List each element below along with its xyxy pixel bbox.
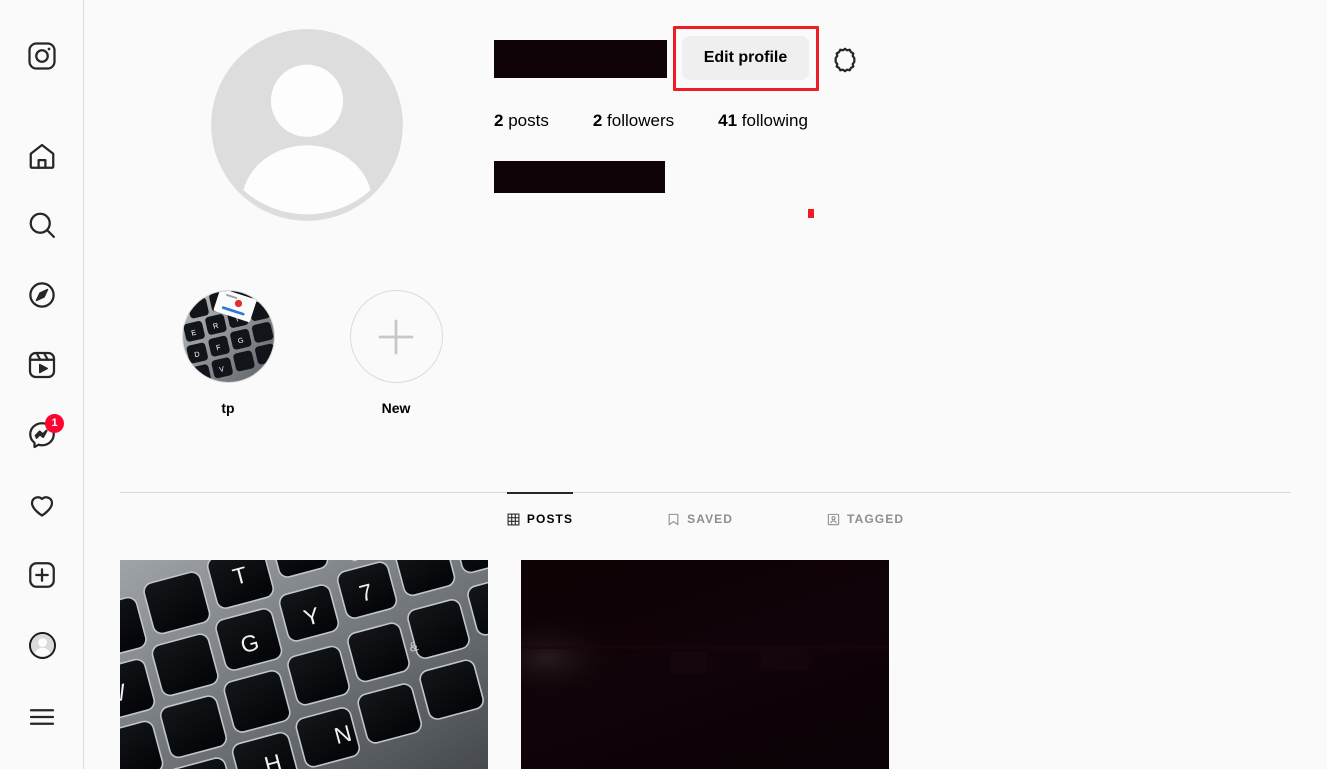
highlight-item-new[interactable]: New: [348, 290, 444, 416]
sidebar-item-create[interactable]: [0, 551, 84, 599]
tab-saved[interactable]: SAVED: [667, 492, 733, 546]
following-label: following: [741, 111, 808, 130]
profile-picture[interactable]: [210, 28, 404, 222]
highlight-thumbnail: ERT DFG CV: [181, 290, 275, 383]
search-icon: [29, 212, 55, 238]
highlight-label: tp: [221, 400, 235, 416]
stat-following[interactable]: 41 following: [718, 111, 808, 131]
sidebar-item-home[interactable]: [0, 132, 84, 180]
heart-icon: [30, 496, 54, 517]
plus-square-icon: [29, 562, 55, 588]
story-highlights: ERT DFG CV tp New: [180, 290, 444, 416]
profile-tabs: POSTS SAVED TAGGED: [120, 492, 1291, 546]
new-highlight-label: New: [381, 400, 411, 416]
new-highlight-circle: [349, 290, 443, 383]
settings-button[interactable]: [828, 43, 862, 77]
post-cell-2[interactable]: [521, 560, 889, 769]
followers-label: followers: [607, 111, 675, 130]
following-count: 41: [718, 111, 738, 130]
highlight-item-tp[interactable]: ERT DFG CV tp: [180, 290, 276, 416]
plus-icon: [378, 319, 414, 354]
instagram-logo[interactable]: [0, 32, 84, 80]
sidebar-item-notifications[interactable]: [0, 481, 84, 529]
stat-posts: 2 posts: [494, 111, 549, 131]
edit-profile-button[interactable]: Edit profile: [682, 36, 809, 80]
instagram-profile-page: 1 Edit profile 2 posts 2 followers 41 fo…: [0, 0, 1327, 769]
left-navigation-sidebar: 1: [0, 0, 84, 769]
home-icon: [29, 143, 55, 169]
dark-black-photo-image: [521, 560, 889, 769]
default-profile-avatar-large-icon: [211, 29, 403, 221]
reels-icon: [28, 351, 56, 379]
tab-tagged[interactable]: TAGGED: [827, 492, 904, 546]
sidebar-item-explore[interactable]: [0, 271, 84, 319]
settings-gear-icon: [834, 47, 856, 73]
keyboard-photo-thumb-icon: ERT DFG CV: [182, 291, 274, 382]
tab-posts-label: POSTS: [526, 512, 574, 526]
default-profile-avatar-icon: [30, 633, 54, 657]
sidebar-item-reels[interactable]: [0, 341, 84, 389]
posts-count: 2: [494, 111, 504, 130]
username-redaction-bar: [494, 40, 667, 78]
sidebar-item-search[interactable]: [0, 201, 84, 249]
profile-stats: 2 posts 2 followers 41 following: [494, 111, 852, 131]
sidebar-item-more[interactable]: [0, 693, 84, 741]
laptop-keyboard-closeup-image: F T 6 V G Y 7 B H N 5: [120, 560, 488, 769]
messages-unread-badge: 1: [45, 414, 64, 433]
profile-avatar-icon: [28, 631, 56, 659]
posts-label: posts: [508, 111, 549, 130]
tab-tagged-label: TAGGED: [847, 512, 905, 526]
profile-main-content: Edit profile 2 posts 2 followers 41 foll…: [84, 0, 1327, 769]
tagged-person-icon: [827, 513, 840, 525]
grid-icon: [507, 513, 520, 525]
post-cell-1[interactable]: F T 6 V G Y 7 B H N 5: [120, 560, 488, 769]
followers-count: 2: [592, 111, 603, 130]
stat-followers[interactable]: 2 followers: [593, 111, 674, 131]
tab-posts[interactable]: POSTS: [506, 492, 574, 546]
profile-header-row: [494, 36, 667, 82]
red-annotation-dot: [808, 209, 814, 218]
sidebar-item-profile[interactable]: [0, 621, 84, 669]
sidebar-item-messages[interactable]: 1: [0, 411, 84, 459]
tab-saved-label: SAVED: [687, 512, 734, 526]
compass-icon: [29, 282, 55, 308]
posts-grid: F T 6 V G Y 7 B H N 5: [120, 560, 889, 769]
bookmark-icon: [668, 513, 679, 525]
hamburger-menu-icon: [29, 709, 55, 725]
bio-redaction-bar: [494, 161, 665, 193]
instagram-camera-logo-icon: [28, 42, 56, 70]
